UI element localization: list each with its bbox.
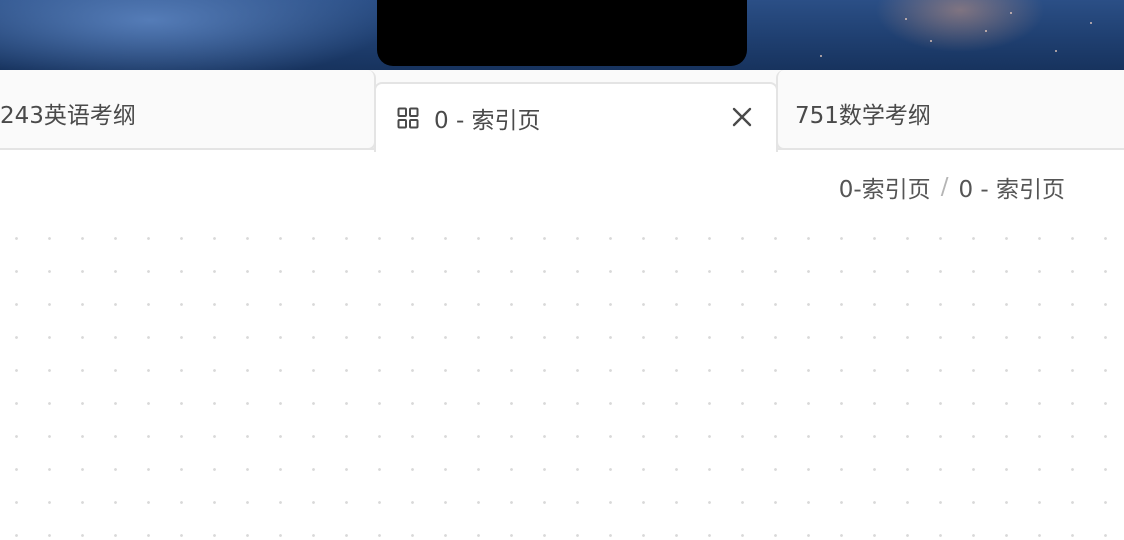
tab-243-english-syllabus[interactable]: 243英语考纲 [0, 70, 376, 150]
camera-notch [377, 0, 747, 66]
page-canvas: 0-索引页 / 0 - 索引页 [0, 150, 1124, 540]
grid-icon [397, 107, 419, 129]
close-icon[interactable] [730, 105, 754, 129]
breadcrumb-item-current: 0 - 索引页 [958, 177, 1065, 203]
tab-label: 243英语考纲 [0, 103, 136, 129]
breadcrumb-item-parent[interactable]: 0-索引页 [839, 170, 931, 204]
tab-index-page[interactable]: 0 - 索引页 [374, 82, 778, 152]
content-header: 0-索引页 / 0 - 索引页 [0, 150, 1124, 230]
tab-751-math-syllabus[interactable]: 751数学考纲 [776, 70, 1124, 150]
breadcrumb: 0-索引页 / 0 - 索引页 [839, 170, 1065, 204]
tab-label: 0 - 索引页 [434, 108, 541, 134]
tab-bar: 243英语考纲 0 - 索引页 751数学考纲 [0, 70, 1124, 152]
breadcrumb-separator: / [940, 174, 949, 200]
tab-label: 751数学考纲 [795, 103, 931, 129]
